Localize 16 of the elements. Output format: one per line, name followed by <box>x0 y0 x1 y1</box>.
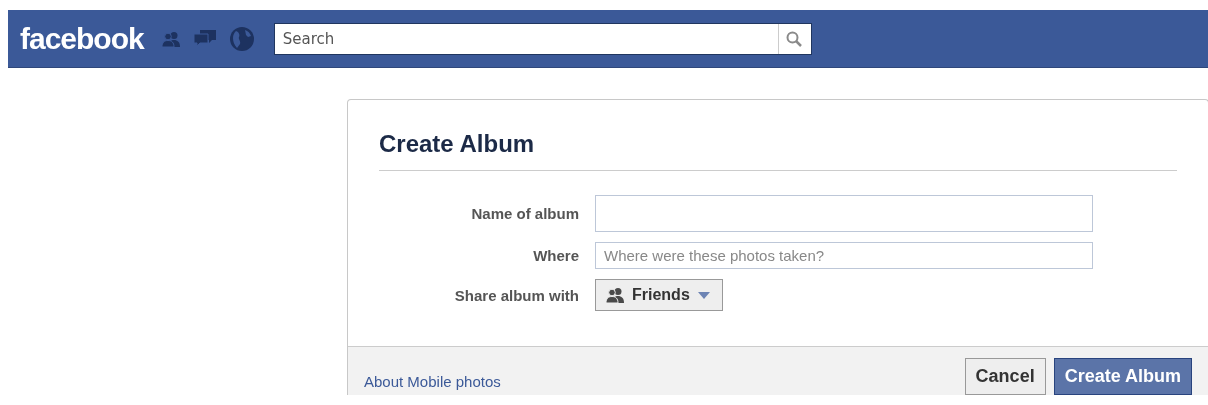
friends-icon <box>606 287 624 303</box>
create-album-button[interactable]: Create Album <box>1053 357 1192 395</box>
caret-icon <box>697 291 710 299</box>
field-label: Where <box>533 247 579 264</box>
friends-icon[interactable] <box>161 30 180 47</box>
facebook-logo[interactable]: facebook <box>20 21 144 56</box>
text-field[interactable]: Where were these photos taken? <box>595 242 1093 269</box>
field-label: Share album with <box>454 286 579 304</box>
text-field[interactable] <box>595 195 1093 232</box>
about-mobile-photos-link[interactable]: About Mobile photos <box>364 372 501 390</box>
cancel-button[interactable]: Cancel <box>964 357 1046 395</box>
audience-dropdown[interactable]: Friends <box>595 279 723 311</box>
messages-icon[interactable] <box>193 29 216 48</box>
field-label: Name of album <box>471 205 579 222</box>
globe-icon[interactable] <box>229 26 254 51</box>
dialog-title: Create Album <box>379 130 1177 171</box>
